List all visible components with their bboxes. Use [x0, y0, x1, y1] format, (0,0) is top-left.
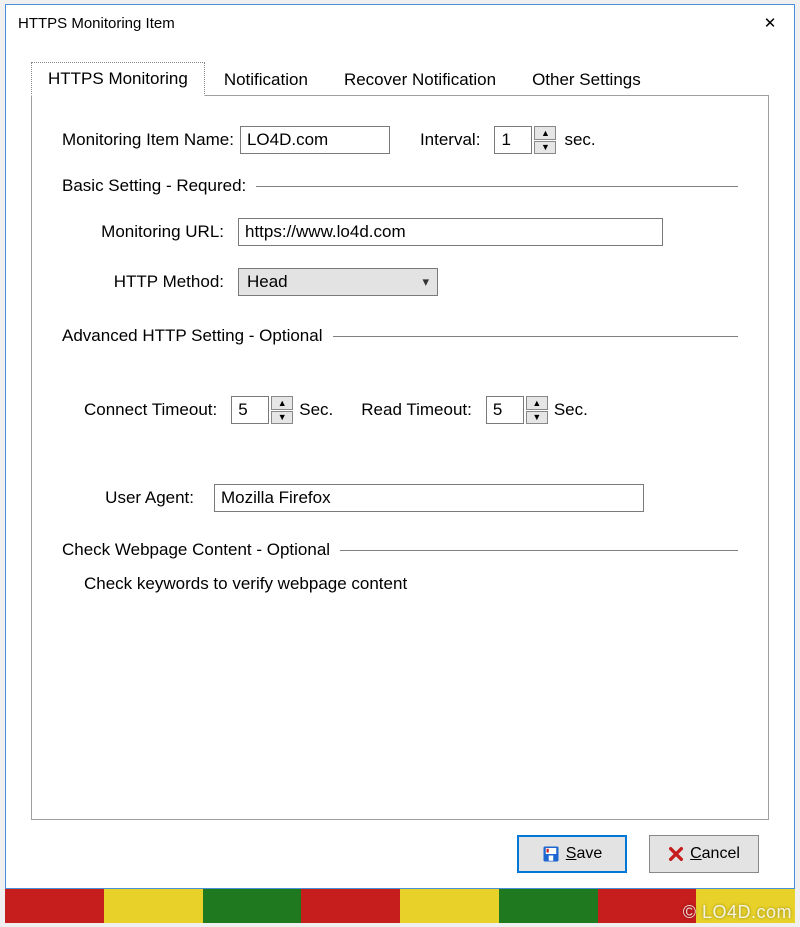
method-value: Head: [247, 272, 288, 292]
read-down-button[interactable]: ▼: [526, 411, 548, 425]
read-up-button[interactable]: ▲: [526, 396, 548, 410]
tab-https-monitoring[interactable]: HTTPS Monitoring: [31, 62, 205, 96]
interval-down-button[interactable]: ▼: [534, 141, 556, 155]
connect-timeout-spinner: ▲ ▼: [231, 396, 293, 424]
tab-label: Other Settings: [532, 70, 641, 89]
cancel-label: CCancelancel: [690, 845, 740, 863]
user-agent-label: User Agent:: [84, 488, 194, 508]
dialog-window: HTTPS Monitoring Item ✕ HTTPS Monitoring…: [5, 4, 795, 889]
method-select[interactable]: Head ▾: [238, 268, 438, 296]
divider: [333, 336, 739, 337]
button-row: SSaveave CCancelancel: [31, 820, 769, 878]
interval-unit: sec.: [564, 130, 595, 150]
titlebar: HTTPS Monitoring Item ✕: [6, 5, 794, 41]
interval-spinner: ▲ ▼: [494, 126, 556, 154]
chevron-down-icon: ▾: [422, 274, 429, 290]
cancel-icon: [668, 846, 684, 862]
tab-recover-notification[interactable]: Recover Notification: [327, 63, 513, 96]
section-advanced: Advanced HTTP Setting - Optional: [62, 326, 738, 346]
close-button[interactable]: ✕: [746, 5, 794, 41]
name-label: Monitoring Item Name:: [62, 130, 234, 150]
dialog-content: HTTPS Monitoring Notification Recover No…: [6, 41, 794, 888]
section-basic-label: Basic Setting - Requred:: [62, 176, 246, 196]
background-color-stripe: [5, 889, 795, 923]
interval-input[interactable]: [494, 126, 532, 154]
method-label: HTTP Method:: [84, 272, 224, 292]
row-user-agent: User Agent:: [62, 484, 738, 512]
connect-timeout-input[interactable]: [231, 396, 269, 424]
read-timeout-spinner: ▲ ▼: [486, 396, 548, 424]
save-button[interactable]: SSaveave: [517, 835, 627, 873]
divider: [340, 550, 738, 551]
row-check-desc: Check keywords to verify webpage content: [62, 574, 738, 594]
read-timeout-input[interactable]: [486, 396, 524, 424]
connect-up-button[interactable]: ▲: [271, 396, 293, 410]
section-advanced-label: Advanced HTTP Setting - Optional: [62, 326, 323, 346]
section-check-label: Check Webpage Content - Optional: [62, 540, 330, 560]
window-title: HTTPS Monitoring Item: [18, 15, 175, 32]
tab-panel: Monitoring Item Name: Interval: ▲ ▼ sec.…: [31, 96, 769, 820]
save-label: SSaveave: [566, 845, 602, 863]
tab-strip: HTTPS Monitoring Notification Recover No…: [31, 61, 769, 96]
row-method: HTTP Method: Head ▾: [62, 268, 738, 296]
connect-unit: Sec.: [299, 400, 333, 420]
tab-label: HTTPS Monitoring: [48, 69, 188, 88]
row-name-interval: Monitoring Item Name: Interval: ▲ ▼ sec.: [62, 126, 738, 154]
interval-up-button[interactable]: ▲: [534, 126, 556, 140]
divider: [256, 186, 738, 187]
name-input[interactable]: [240, 126, 390, 154]
read-unit: Sec.: [554, 400, 588, 420]
section-check: Check Webpage Content - Optional: [62, 540, 738, 560]
user-agent-input[interactable]: [214, 484, 644, 512]
section-basic: Basic Setting - Requred:: [62, 176, 738, 196]
tab-other-settings[interactable]: Other Settings: [515, 63, 658, 96]
tab-label: Notification: [224, 70, 308, 89]
save-icon: [542, 845, 560, 863]
tab-label: Recover Notification: [344, 70, 496, 89]
connect-down-button[interactable]: ▼: [271, 411, 293, 425]
close-icon: ✕: [764, 14, 777, 32]
row-timeouts: Connect Timeout: ▲ ▼ Sec. Read Timeout:: [62, 396, 738, 424]
url-label: Monitoring URL:: [84, 222, 224, 242]
connect-timeout-label: Connect Timeout:: [84, 400, 217, 420]
url-input[interactable]: [238, 218, 663, 246]
tab-notification[interactable]: Notification: [207, 63, 325, 96]
watermark: © LO4D.com: [683, 902, 792, 923]
cancel-button[interactable]: CCancelancel: [649, 835, 759, 873]
row-url: Monitoring URL:: [62, 218, 738, 246]
interval-label: Interval:: [420, 130, 480, 150]
read-timeout-label: Read Timeout:: [361, 400, 472, 420]
check-description: Check keywords to verify webpage content: [84, 574, 407, 594]
